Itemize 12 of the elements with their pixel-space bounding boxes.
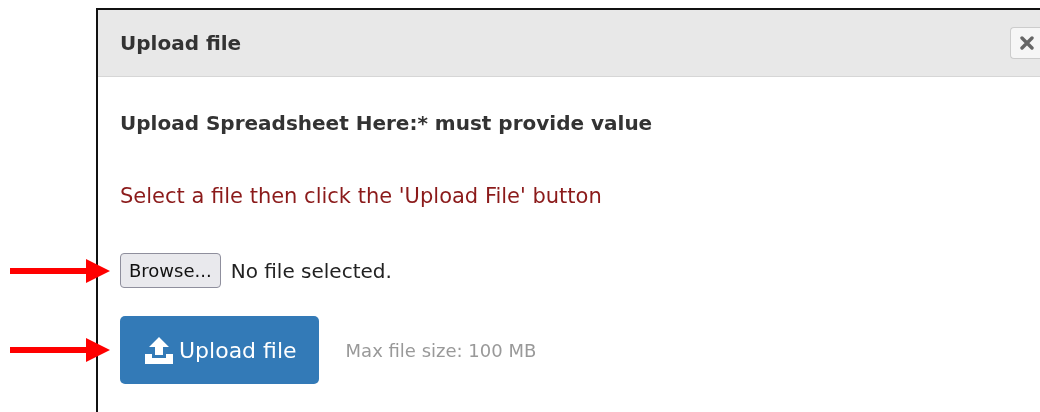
upload-button[interactable]: Upload file [120,316,319,384]
close-button[interactable] [1010,27,1040,59]
arrow-icon [10,257,110,284]
file-status: No file selected. [230,258,392,283]
close-icon [1020,36,1034,50]
size-hint: Max file size: 100 MB [345,339,537,361]
field-label: Upload Spreadsheet Here:* must provide value [120,111,654,135]
browse-button[interactable]: Browse... [120,253,221,288]
instruction-text: Select a file then click the 'Upload File' button [120,184,603,208]
arrow-icon [10,337,110,363]
dialog-title: Upload file [120,31,242,55]
upload-icon [144,336,174,364]
